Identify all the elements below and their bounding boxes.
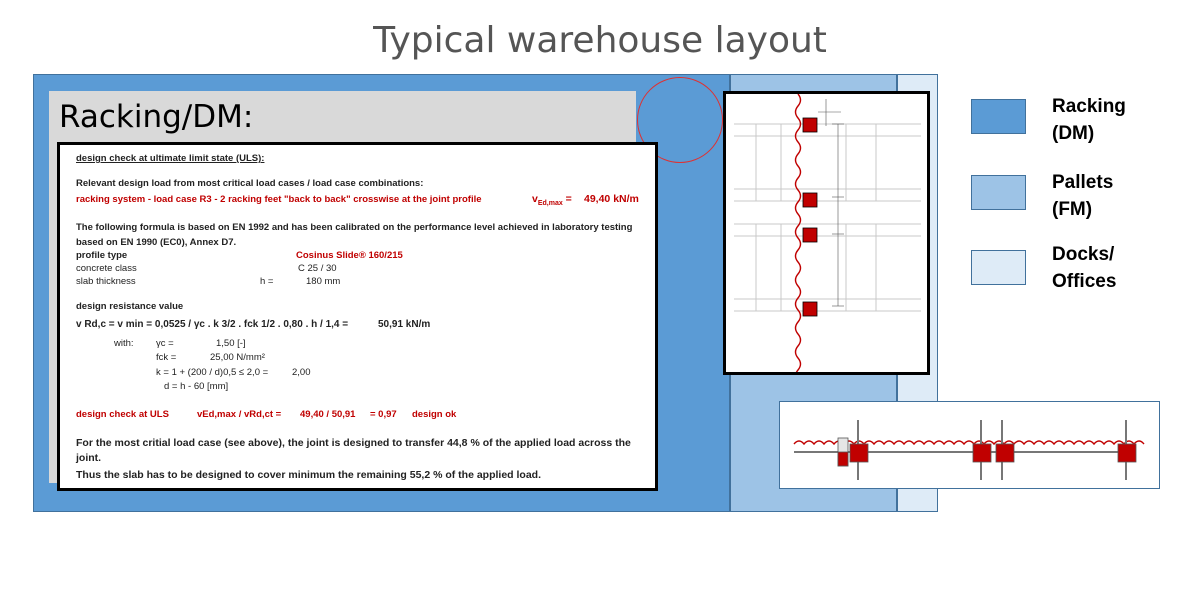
gamma-label: γc =	[156, 338, 174, 349]
k-formula: k = 1 + (200 / d)0,5 ≤ 2,0 =	[156, 367, 269, 378]
legend-label-racking: Racking (DM)	[1052, 96, 1126, 144]
check-formula: vEd,max / vRd,ct =	[197, 409, 282, 420]
calc-line: Relevant design load from most critical …	[76, 178, 424, 189]
racking-foot	[802, 227, 818, 243]
check-result: = 0,97	[370, 409, 397, 420]
resistance-label: design resistance value	[76, 301, 184, 312]
concrete-label: concrete class	[76, 263, 137, 274]
slab-label: slab thickness	[76, 276, 136, 287]
check-ok: design ok	[412, 409, 457, 420]
fck-label: fck =	[156, 352, 177, 363]
racking-foot	[972, 443, 992, 463]
check-label: design check at ULS	[76, 409, 169, 420]
racking-foot	[995, 443, 1015, 463]
gamma-value: 1,50 [-]	[216, 338, 246, 349]
plan-detail-drawing	[723, 91, 930, 383]
panel-title: Racking/DM:	[59, 99, 254, 135]
fck-value: 25,00 N/mm²	[210, 352, 265, 363]
resistance-formula: v Rd,c = v min = 0,0525 / γc . k 3/2 . f…	[76, 319, 349, 330]
design-load-value: 49,40 kN/m	[584, 193, 639, 205]
concrete-value: C 25 / 30	[298, 263, 337, 274]
racking-foot	[1117, 443, 1137, 463]
legend-label-docks: Docks/Offices	[1052, 244, 1117, 292]
calc-heading: design check at ultimate limit state (UL…	[76, 153, 265, 164]
racking-foot	[849, 443, 869, 463]
racking-foot	[802, 192, 818, 208]
calc-line: The following formula is based on EN 199…	[76, 222, 633, 233]
calc-line: based on EN 1990 (EC0), Annex D7.	[76, 237, 237, 248]
load-case-line: racking system - load case R3 - 2 rackin…	[76, 194, 482, 205]
legend-label-pallets: Pallets (FM)	[1052, 172, 1114, 220]
conclusion-line: For the most critial load case (see abov…	[76, 437, 631, 449]
racking-foot	[802, 301, 818, 317]
section-drawing	[779, 401, 1160, 489]
page-title: Typical warehouse layout	[373, 20, 827, 61]
check-values: 49,40 / 50,91	[300, 409, 356, 420]
slab-h: h =	[260, 276, 274, 287]
section-svg	[793, 420, 1145, 480]
racking-foot	[837, 451, 849, 467]
design-load-label: vEd,max =	[532, 193, 572, 208]
plan-detail-svg	[734, 93, 921, 383]
profile-label: profile type	[76, 250, 128, 261]
legend-swatch-docks	[971, 250, 1026, 285]
calculation-sheet: design check at ultimate limit state (UL…	[57, 142, 658, 491]
legend-swatch-racking	[971, 99, 1026, 134]
conclusion-line: Thus the slab has to be designed to cove…	[76, 469, 541, 481]
conclusion-line: joint.	[76, 452, 102, 464]
resistance-value: 50,91 kN/m	[378, 319, 431, 330]
racking-foot	[802, 117, 818, 133]
d-formula: d = h - 60 [mm]	[164, 381, 229, 392]
k-value: 2,00	[292, 367, 311, 378]
legend-swatch-pallets	[971, 175, 1026, 210]
with-label: with:	[114, 338, 134, 349]
slab-value: 180 mm	[306, 276, 341, 287]
profile-value: Cosinus Slide® 160/215	[296, 250, 403, 261]
